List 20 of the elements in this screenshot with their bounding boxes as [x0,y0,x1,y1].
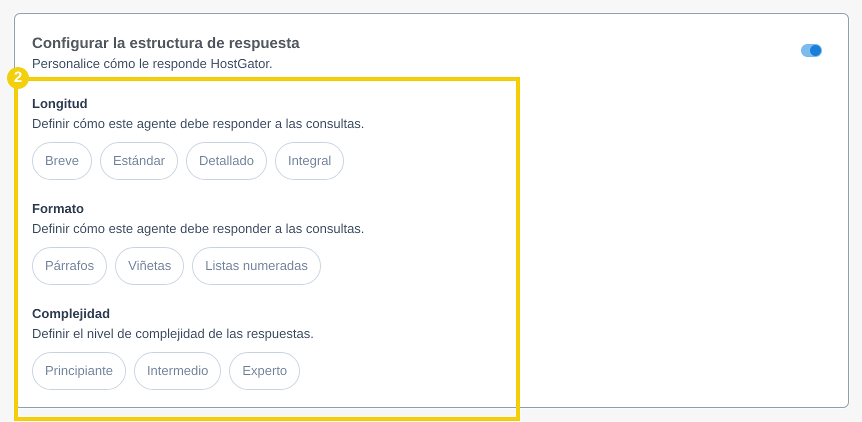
card-title: Configurar la estructura de respuesta [32,34,300,54]
section-description: Definir cómo este agente debe responder a las consultas. [32,115,366,133]
option-chip[interactable]: Integral [274,142,344,180]
option-chip[interactable]: Listas numeradas [192,247,321,285]
option-chip[interactable]: Intermedio [134,352,222,390]
section-title: Complejidad [32,305,112,323]
section-description: Definir el nivel de complejidad de las respuestas. [32,325,315,343]
option-chip[interactable]: Estándar [100,142,178,180]
option-chip[interactable]: Párrafos [32,247,108,285]
section-title: Longitud [32,95,89,113]
section-title: Formato [32,200,85,218]
card-subtitle: Personalice cómo le responde HostGator. [32,55,274,73]
section-description: Definir cómo este agente debe responder a las consultas. [32,220,366,238]
option-chip[interactable]: Experto [229,352,300,390]
toggle-switch[interactable] [801,44,822,57]
option-chip[interactable]: Detallado [186,142,267,180]
option-chip[interactable]: Breve [32,142,92,180]
option-chip[interactable]: Viñetas [115,247,184,285]
option-chip[interactable]: Principiante [32,352,126,390]
step-badge: 2 [7,67,29,89]
